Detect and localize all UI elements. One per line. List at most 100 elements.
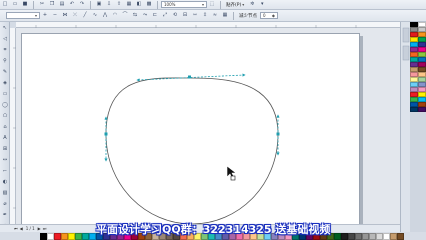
color-swatch[interactable] bbox=[61, 232, 68, 240]
align-nodes-icon[interactable]: ⊟ bbox=[181, 12, 189, 19]
color-swatch[interactable] bbox=[390, 232, 397, 240]
color-swatch[interactable] bbox=[410, 107, 418, 112]
crop-tool-icon[interactable]: ⌗ bbox=[2, 47, 8, 53]
table-tool-icon[interactable]: ⊞ bbox=[2, 146, 8, 152]
cut-icon[interactable]: ✂ bbox=[38, 1, 46, 8]
snap-to-menu[interactable]: 贴齐(P) bbox=[226, 2, 241, 8]
color-swatch[interactable] bbox=[68, 232, 75, 240]
publish-pdf-icon[interactable]: ▦ bbox=[125, 1, 133, 8]
copy-icon[interactable]: ❐ bbox=[48, 1, 56, 8]
zoom-level-dropdown[interactable]: 100% ▾ bbox=[161, 1, 207, 8]
options-gear-icon[interactable]: ✲ bbox=[248, 1, 256, 8]
stretch-nodes-icon[interactable]: ⤢ bbox=[161, 12, 169, 19]
select-all-nodes-icon[interactable]: ▦ bbox=[221, 12, 229, 19]
curve-smoothness-field[interactable]: 0 ◆ bbox=[260, 12, 278, 19]
rectangle-tool-icon[interactable]: ▭ bbox=[2, 91, 8, 97]
eyedropper-tool-icon[interactable]: ⌀ bbox=[2, 201, 8, 207]
undo-icon[interactable]: ↶ bbox=[68, 1, 76, 8]
page-counter: 1 / 1 bbox=[25, 226, 35, 231]
property-bar: ▾ + − ⋈ ⤫ ╱ ∿ ⋀ ◠ ⌒ ⇆ ⤳ ⊏ ⤢ ⟲ ⊟ ⇿ ⇳ ≈ ▦ … bbox=[0, 10, 426, 22]
drawing-layer bbox=[104, 73, 280, 224]
ellipse-tool-icon[interactable]: ◯ bbox=[2, 102, 8, 108]
delete-node-icon[interactable]: − bbox=[51, 12, 59, 19]
connector-tool-icon[interactable]: ⌐ bbox=[2, 168, 8, 174]
to-line-icon[interactable]: ╱ bbox=[81, 12, 89, 19]
color-swatch[interactable] bbox=[348, 232, 355, 240]
color-swatch[interactable] bbox=[418, 107, 426, 112]
application-launcher-icon[interactable]: ▾ bbox=[258, 1, 266, 8]
toolbar-divider bbox=[220, 0, 221, 9]
last-page-icon[interactable]: ⏭ bbox=[43, 226, 47, 231]
color-swatch[interactable] bbox=[47, 232, 54, 240]
join-nodes-icon[interactable]: ⋈ bbox=[61, 12, 69, 19]
paste-icon[interactable]: ▤ bbox=[58, 1, 66, 8]
polygon-tool-icon[interactable]: ⬠ bbox=[2, 113, 8, 119]
full-screen-icon[interactable]: ⬚ bbox=[208, 1, 216, 8]
color-swatch[interactable] bbox=[89, 232, 96, 240]
zoom-tool-icon[interactable]: ⚲ bbox=[2, 58, 8, 64]
add-node-icon[interactable]: + bbox=[41, 12, 49, 19]
toolbar-divider bbox=[233, 11, 234, 20]
toolbar-divider bbox=[90, 0, 91, 9]
reverse-direction-icon[interactable]: ⇆ bbox=[131, 12, 139, 19]
dimension-tool-icon[interactable]: ↔ bbox=[2, 157, 8, 163]
color-swatch[interactable] bbox=[369, 232, 376, 240]
app-launcher-icon[interactable]: ◧ bbox=[135, 1, 143, 8]
drawing-workspace[interactable] bbox=[16, 28, 400, 224]
export-icon[interactable]: ⇧ bbox=[115, 1, 123, 8]
color-swatch[interactable] bbox=[383, 232, 390, 240]
save-icon[interactable]: ■ bbox=[21, 1, 29, 8]
text-tool-icon[interactable]: A bbox=[2, 135, 8, 141]
color-swatch[interactable] bbox=[355, 232, 362, 240]
color-swatch[interactable] bbox=[82, 232, 89, 240]
color-swatch[interactable] bbox=[341, 232, 348, 240]
selection-mode-dropdown[interactable]: ▾ bbox=[6, 12, 40, 19]
new-document-icon[interactable]: □ bbox=[1, 1, 9, 8]
basic-shapes-tool-icon[interactable]: ⌂ bbox=[2, 124, 8, 130]
import-icon[interactable]: ⇩ bbox=[105, 1, 113, 8]
rotate-nodes-icon[interactable]: ⟲ bbox=[171, 12, 179, 19]
outline-pen-tool-icon[interactable]: ✒ bbox=[2, 212, 8, 218]
color-swatch[interactable] bbox=[334, 232, 341, 240]
previous-page-icon[interactable]: ◀ bbox=[20, 226, 23, 231]
transparency-tool-icon[interactable]: ▧ bbox=[2, 190, 8, 196]
mouse-pointer-icon bbox=[226, 165, 237, 181]
top-node[interactable] bbox=[188, 75, 191, 79]
blend-tool-icon[interactable]: ◐ bbox=[2, 179, 8, 185]
color-swatch[interactable] bbox=[362, 232, 369, 240]
left-node[interactable] bbox=[104, 132, 108, 136]
toolbar-divider bbox=[157, 0, 158, 9]
right-node[interactable] bbox=[276, 132, 280, 136]
to-curve-icon[interactable]: ∿ bbox=[91, 12, 99, 19]
shape-tool-icon[interactable]: ◁ bbox=[2, 36, 8, 42]
color-swatch[interactable] bbox=[75, 232, 82, 240]
freehand-tool-icon[interactable]: ✎ bbox=[2, 69, 8, 75]
extend-curve-icon[interactable]: ⤳ bbox=[141, 12, 149, 19]
curve-smoothness-value: 0 bbox=[263, 13, 266, 18]
symmetrical-node-icon[interactable]: ⌒ bbox=[121, 12, 129, 19]
reduce-nodes-button[interactable]: 减少节点 bbox=[239, 13, 257, 19]
cusp-node-icon[interactable]: ⋀ bbox=[101, 12, 109, 19]
smooth-node-icon[interactable]: ◠ bbox=[111, 12, 119, 19]
color-swatch[interactable] bbox=[54, 232, 61, 240]
elastic-mode-icon[interactable]: ≈ bbox=[211, 12, 219, 19]
open-folder-icon[interactable]: ▭ bbox=[11, 1, 19, 8]
smart-fill-tool-icon[interactable]: ◈ bbox=[2, 80, 8, 86]
welcome-screen-icon[interactable]: ▩ bbox=[145, 1, 153, 8]
mirror-vertical-icon[interactable]: ⇳ bbox=[201, 12, 209, 19]
extract-subpath-icon[interactable]: ⊏ bbox=[151, 12, 159, 19]
search-content-icon[interactable]: ▣ bbox=[95, 1, 103, 8]
curve-path[interactable] bbox=[105, 77, 279, 224]
color-swatch[interactable] bbox=[376, 232, 383, 240]
break-curve-icon[interactable]: ⤫ bbox=[71, 12, 79, 19]
first-page-icon[interactable]: ⏮ bbox=[14, 226, 18, 231]
redo-icon[interactable]: ↷ bbox=[78, 1, 86, 8]
color-swatch[interactable] bbox=[40, 232, 47, 240]
color-swatch[interactable] bbox=[397, 232, 404, 240]
chevron-down-icon: ▾ bbox=[201, 2, 204, 7]
pick-tool-icon[interactable]: ↖ bbox=[2, 25, 8, 31]
mirror-horizontal-icon[interactable]: ⇿ bbox=[191, 12, 199, 19]
chevron-down-icon: ▾ bbox=[242, 2, 245, 7]
next-page-icon[interactable]: ▶ bbox=[38, 226, 41, 231]
docker-tab-strip[interactable] bbox=[400, 22, 410, 232]
